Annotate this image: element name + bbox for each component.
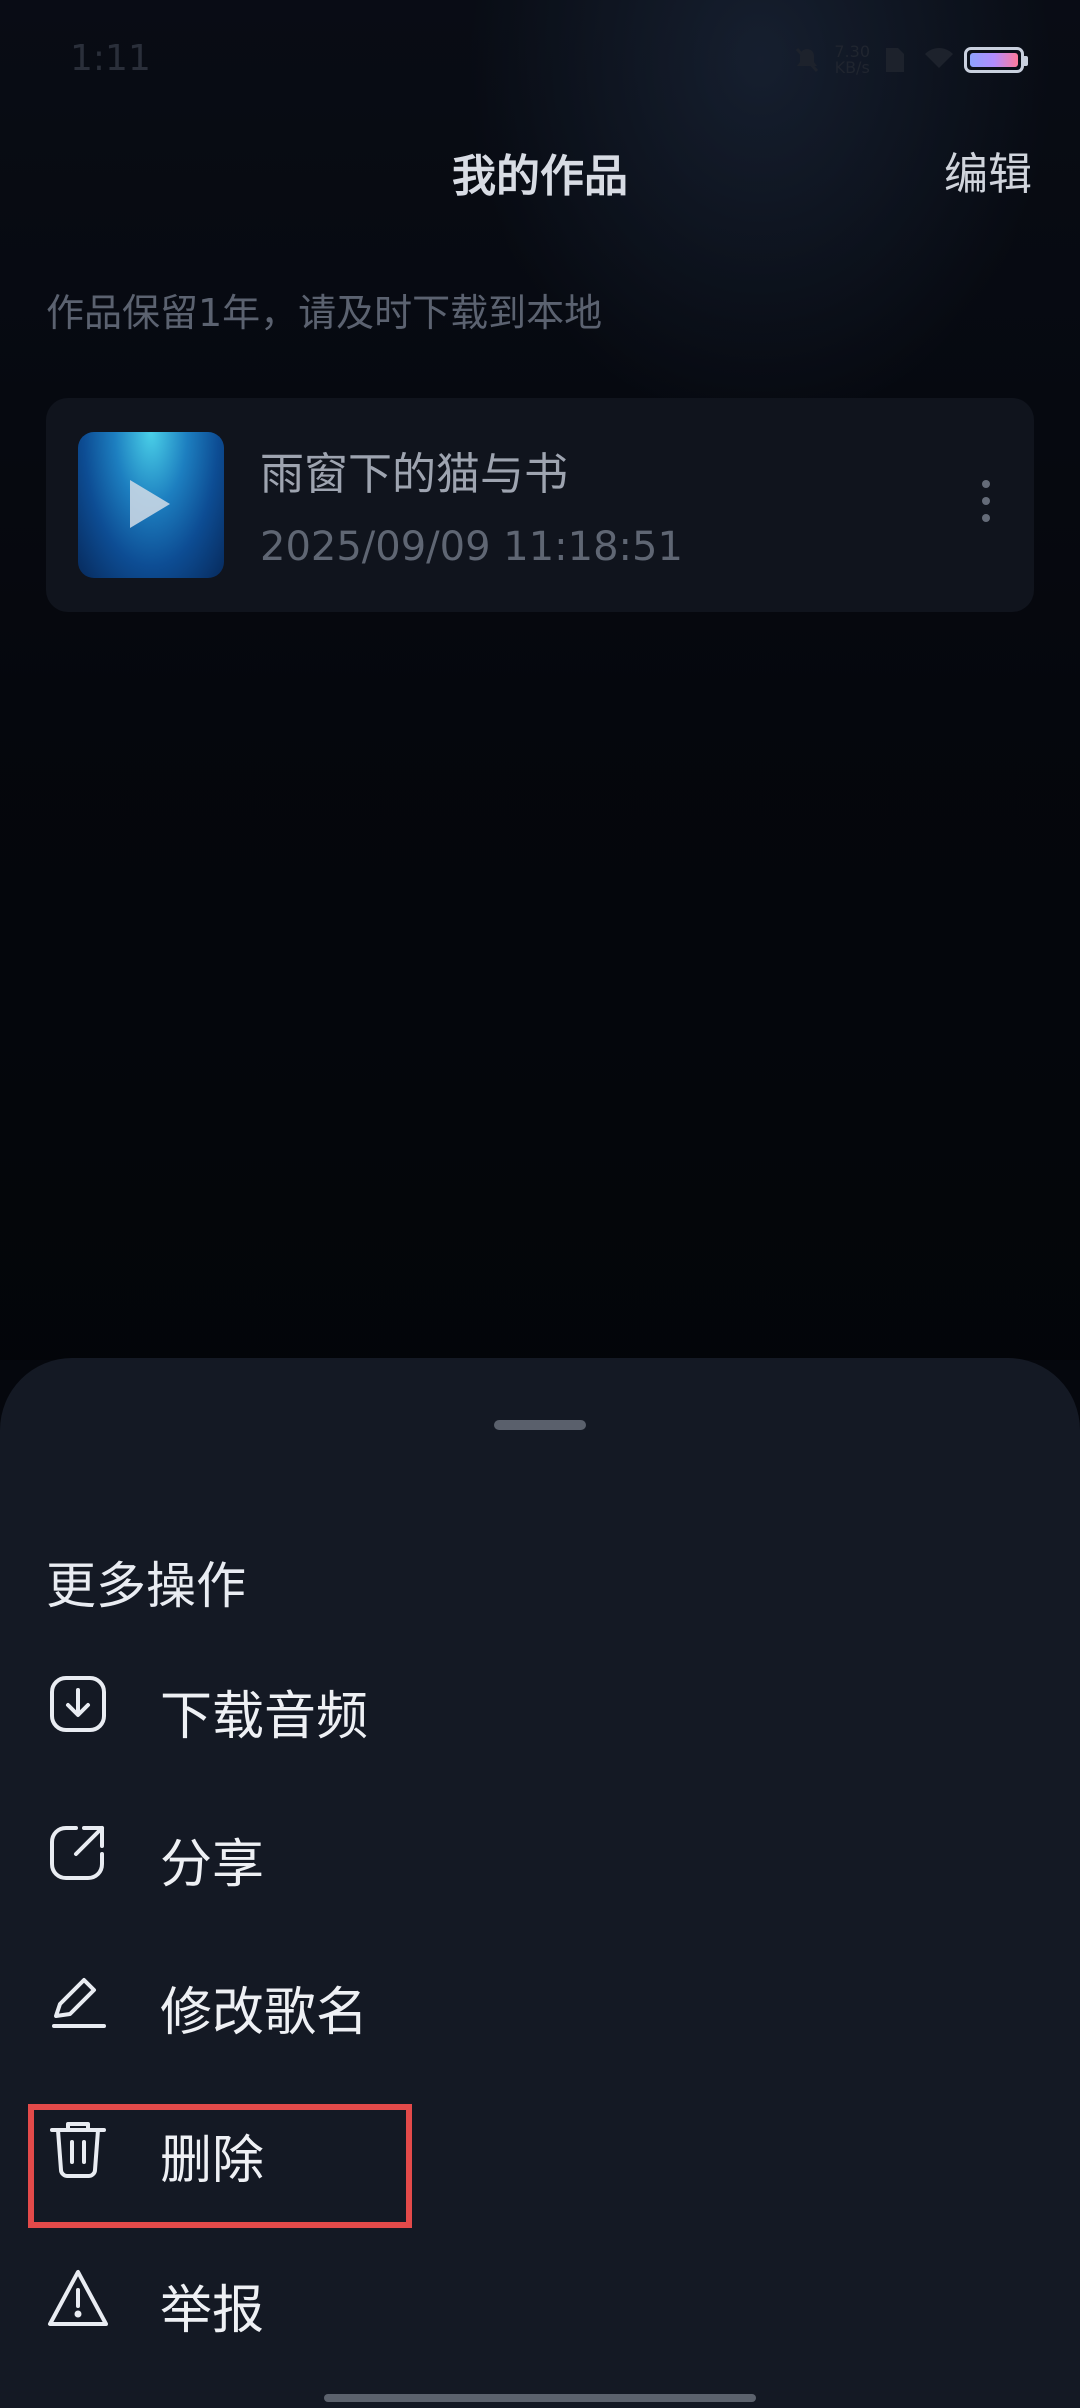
retention-notice: 作品保留1年，请及时下载到本地 xyxy=(46,291,603,335)
status-time: 1:11 xyxy=(70,38,151,79)
action-download-audio[interactable]: 下载音频 xyxy=(0,1644,1080,1764)
drag-handle[interactable] xyxy=(494,1420,586,1430)
work-date: 2025/09/09 11:18:51 xyxy=(260,524,683,570)
network-speed: 7.30 KB/s xyxy=(834,44,870,76)
work-item[interactable]: 雨窗下的猫与书 2025/09/09 11:18:51 xyxy=(46,398,1034,612)
action-label: 举报 xyxy=(160,2281,265,2341)
action-report[interactable]: 举报 xyxy=(0,2238,1080,2358)
share-icon xyxy=(46,1820,110,1884)
work-cover-thumbnail[interactable] xyxy=(78,432,224,578)
sim-icon xyxy=(884,46,910,74)
warning-icon xyxy=(46,2266,110,2330)
page-title: 我的作品 xyxy=(452,151,628,202)
action-label: 修改歌名 xyxy=(160,1983,369,2043)
home-indicator[interactable] xyxy=(324,2394,756,2402)
delete-highlight-box xyxy=(28,2104,412,2228)
play-icon xyxy=(130,480,170,528)
battery-fill xyxy=(970,53,1018,67)
action-label: 下载音频 xyxy=(160,1687,369,1747)
wifi-icon xyxy=(924,46,953,74)
modal-dim-overlay[interactable] xyxy=(0,0,1080,1360)
edit-pen-icon xyxy=(46,1968,110,2032)
mute-icon xyxy=(794,46,820,74)
action-rename-song[interactable]: 修改歌名 xyxy=(0,1940,1080,2060)
action-share[interactable]: 分享 xyxy=(0,1792,1080,1912)
work-title: 雨窗下的猫与书 xyxy=(260,449,568,500)
action-label: 分享 xyxy=(160,1835,265,1895)
network-speed-unit: KB/s xyxy=(834,58,870,77)
battery-icon xyxy=(964,47,1028,73)
sheet-title: 更多操作 xyxy=(46,1557,246,1615)
more-vertical-icon[interactable] xyxy=(976,480,996,530)
edit-button[interactable]: 编辑 xyxy=(944,138,1032,202)
more-actions-sheet: 更多操作 下载音频 分享 修改歌名 删除 举报 xyxy=(0,1358,1080,2408)
download-icon xyxy=(46,1672,110,1736)
status-bar: 1:11 7.30 KB/s xyxy=(0,0,1080,110)
status-icons: 7.30 KB/s xyxy=(794,44,1028,76)
